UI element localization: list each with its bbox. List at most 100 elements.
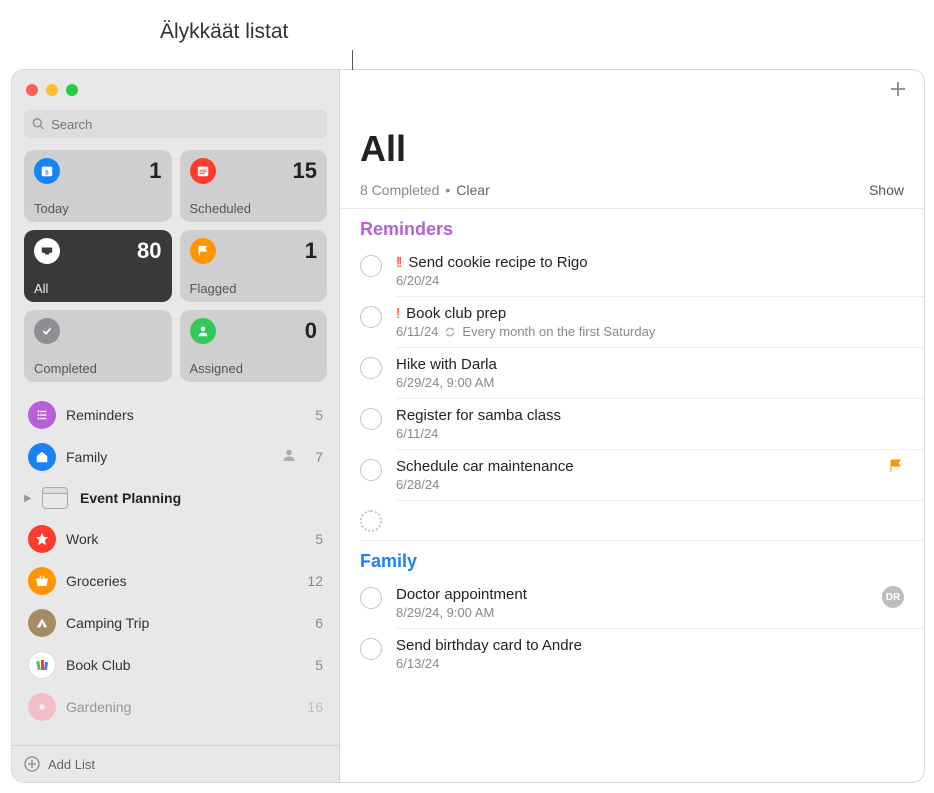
list-label: Camping Trip [66, 615, 305, 631]
section-header-reminders: Reminders [340, 209, 924, 246]
completion-circle[interactable] [360, 638, 382, 660]
house-icon [28, 443, 56, 471]
add-list-label: Add List [48, 757, 95, 772]
sidebar-list-work[interactable]: Work 5 [18, 518, 333, 560]
smart-list-all[interactable]: 80 All [24, 230, 172, 302]
sidebar: 5 1 Today 15 Scheduled [12, 70, 340, 782]
smart-list-label: All [34, 281, 162, 296]
books-icon [28, 651, 56, 679]
basket-icon [28, 567, 56, 595]
new-reminder-button[interactable] [888, 79, 908, 104]
search-icon [32, 117, 45, 131]
priority-indicator: ! [396, 305, 398, 322]
smart-list-flagged[interactable]: 1 Flagged [180, 230, 328, 302]
reminder-title: Send cookie recipe to Rigo [408, 254, 587, 271]
reminder-date: 6/20/24 [396, 273, 439, 288]
reminder-item[interactable]: Doctor appointment 8/29/24, 9:00 AM DR [340, 578, 924, 628]
completion-circle[interactable] [360, 306, 382, 328]
reminder-item[interactable]: ! Book club prep 6/11/24 Every month on t… [340, 297, 924, 347]
smart-list-label: Scheduled [190, 201, 318, 216]
plus-icon [888, 79, 908, 99]
reminder-date: 6/13/24 [396, 656, 439, 671]
list-count: 12 [307, 573, 323, 589]
list-label: Work [66, 531, 305, 547]
list-count: 6 [315, 615, 323, 631]
smart-list-label: Flagged [190, 281, 318, 296]
sidebar-list-gardening[interactable]: Gardening 16 [18, 686, 333, 728]
add-list-button[interactable]: Add List [12, 745, 339, 782]
reminder-title: Hike with Darla [396, 356, 497, 373]
completion-circle[interactable] [360, 408, 382, 430]
smart-list-count: 15 [293, 158, 317, 184]
calendar-icon [190, 158, 216, 184]
star-icon [28, 525, 56, 553]
search-field[interactable] [24, 110, 327, 138]
smart-list-count: 0 [305, 318, 317, 344]
smart-list-count: 80 [137, 238, 161, 264]
window-controls [12, 70, 339, 106]
reminder-repeat: Every month on the first Saturday [462, 324, 655, 339]
smart-list-today[interactable]: 5 1 Today [24, 150, 172, 222]
reminder-item[interactable]: Hike with Darla 6/29/24, 9:00 AM [340, 348, 924, 398]
flag-icon [190, 238, 216, 264]
reminder-item[interactable]: Send birthday card to Andre 6/13/24 [340, 629, 924, 679]
sidebar-list-groceries[interactable]: Groceries 12 [18, 560, 333, 602]
zoom-window-button[interactable] [66, 84, 78, 96]
reminder-date: 6/29/24, 9:00 AM [396, 375, 494, 390]
main-content: All 8 Completed • Clear Show Reminders !… [340, 70, 924, 782]
completion-circle[interactable] [360, 255, 382, 277]
close-window-button[interactable] [26, 84, 38, 96]
reminder-item[interactable]: Schedule car maintenance 6/28/24 [340, 450, 924, 500]
calendar-day-icon: 5 [34, 158, 60, 184]
smart-list-label: Assigned [190, 361, 318, 376]
person-icon [190, 318, 216, 344]
group-label: Event Planning [80, 490, 327, 506]
smart-lists-grid: 5 1 Today 15 Scheduled [12, 150, 339, 394]
completed-bar: 8 Completed • Clear Show [340, 176, 924, 209]
list-bullet-icon [28, 401, 56, 429]
completion-circle[interactable] [360, 357, 382, 379]
sidebar-list-book-club[interactable]: Book Club 5 [18, 644, 333, 686]
svg-text:5: 5 [45, 170, 49, 177]
reminder-date: 6/11/24 [396, 324, 438, 339]
completion-circle-placeholder[interactable] [360, 510, 382, 532]
completion-circle[interactable] [360, 587, 382, 609]
clear-button[interactable]: Clear [456, 182, 489, 198]
search-input[interactable] [51, 117, 319, 132]
list-label: Family [66, 449, 271, 465]
list-count: 7 [315, 449, 323, 465]
list-label: Book Club [66, 657, 305, 673]
new-reminder-placeholder[interactable] [340, 501, 924, 540]
priority-indicator: !! [396, 254, 400, 271]
reminder-title: Schedule car maintenance [396, 458, 574, 475]
smart-list-assigned[interactable]: 0 Assigned [180, 310, 328, 382]
smart-list-scheduled[interactable]: 15 Scheduled [180, 150, 328, 222]
list-label: Groceries [66, 573, 297, 589]
reminder-date: 6/28/24 [396, 477, 439, 492]
reminder-item[interactable]: Register for samba class 6/11/24 [340, 399, 924, 449]
sidebar-list-reminders[interactable]: Reminders 5 [18, 394, 333, 436]
smart-list-label: Completed [34, 361, 162, 376]
sidebar-list-camping-trip[interactable]: Camping Trip 6 [18, 602, 333, 644]
reminder-title: Book club prep [406, 305, 506, 322]
reminder-date: 6/11/24 [396, 426, 438, 441]
smart-list-completed[interactable]: Completed [24, 310, 172, 382]
sidebar-list-family[interactable]: Family 7 [18, 436, 333, 478]
sidebar-group-event-planning[interactable]: ▶ Event Planning [18, 478, 333, 518]
list-label: Reminders [66, 407, 305, 423]
list-count: 5 [315, 531, 323, 547]
reminder-date: 8/29/24, 9:00 AM [396, 605, 494, 620]
smart-list-count: 1 [149, 158, 161, 184]
completion-circle[interactable] [360, 459, 382, 481]
completed-count: 8 Completed [360, 182, 439, 198]
page-title: All [340, 112, 924, 176]
reminder-title: Send birthday card to Andre [396, 637, 582, 654]
my-lists: Reminders 5 Family 7 ▶ Event Planning [12, 394, 339, 745]
plus-circle-icon [24, 756, 40, 772]
minimize-window-button[interactable] [46, 84, 58, 96]
toolbar [340, 70, 924, 112]
show-button[interactable]: Show [869, 182, 904, 198]
chevron-right-icon: ▶ [24, 493, 36, 504]
reminder-item[interactable]: !! Send cookie recipe to Rigo 6/20/24 [340, 246, 924, 296]
section-header-family: Family [340, 541, 924, 578]
